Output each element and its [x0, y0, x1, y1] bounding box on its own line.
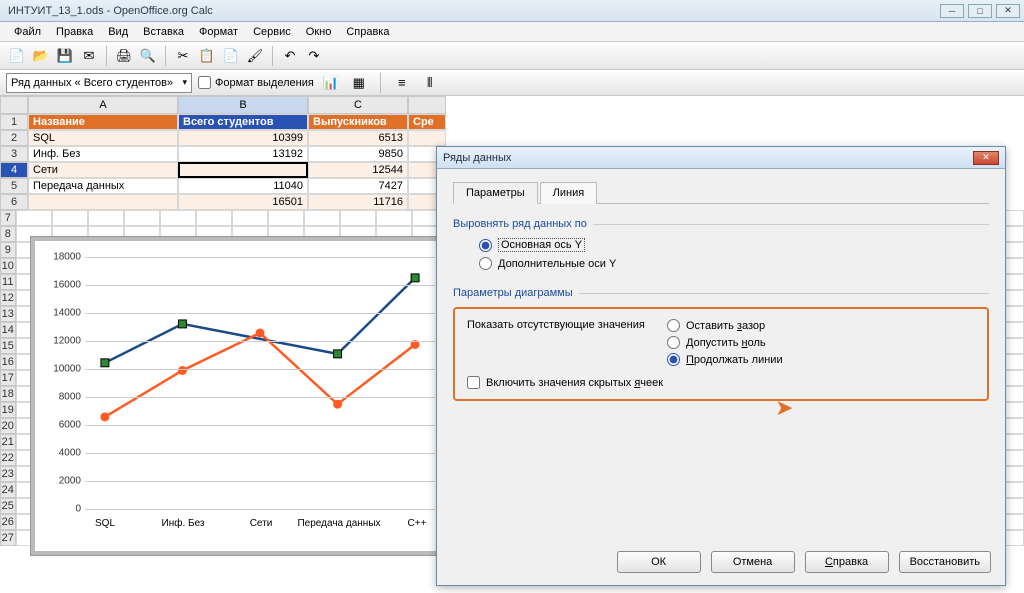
col-header-c[interactable]: C — [308, 96, 408, 114]
ok-button[interactable]: ОК — [617, 551, 701, 573]
group-chart-options: Параметры диаграммы — [453, 287, 989, 299]
col-header-b[interactable]: B — [178, 96, 308, 114]
maximize-button[interactable]: □ — [968, 4, 992, 18]
menu-view[interactable]: Вид — [102, 24, 134, 40]
checkbox-hidden-cells[interactable]: Включить значения скрытых ячеек — [467, 376, 975, 389]
chart-data-icon[interactable]: ▦ — [348, 72, 370, 94]
radio-primary-y[interactable]: Основная ось Y — [479, 238, 989, 252]
print-icon[interactable]: 🖨 — [113, 45, 135, 67]
help-button[interactable]: Справка — [805, 551, 889, 573]
preview-icon[interactable]: 🔍 — [137, 45, 159, 67]
group-align-axis: Выровнять ряд данных по — [453, 218, 989, 230]
format-selection-checkbox[interactable]: Формат выделения — [198, 76, 314, 89]
select-all-corner[interactable] — [0, 96, 28, 114]
redo-icon[interactable]: ↷ — [303, 45, 325, 67]
menu-format[interactable]: Формат — [193, 24, 244, 40]
cancel-button[interactable]: Отмена — [711, 551, 795, 573]
dialog-close-button[interactable]: ✕ — [973, 151, 999, 165]
chart-lines — [85, 257, 435, 508]
menu-bar: Файл Правка Вид Вставка Формат Сервис Ок… — [0, 22, 1024, 42]
data-series-dialog: Ряды данных ✕ Параметры Линия Выровнять … — [436, 146, 1006, 586]
cell[interactable]: Сре — [408, 114, 446, 130]
dialog-tabs: Параметры Линия — [453, 181, 989, 204]
radio-secondary-y[interactable]: Дополнительные оси Y — [479, 257, 989, 270]
brush-icon[interactable]: 🖌 — [244, 45, 266, 67]
cursor-icon: ➤ — [775, 395, 801, 421]
window-title: ИНТУИТ_13_1.ods - OpenOffice.org Calc — [8, 5, 213, 17]
email-icon[interactable]: ✉ — [78, 45, 100, 67]
active-cell[interactable] — [178, 162, 308, 178]
radio-assume-zero[interactable]: Допустить ноль — [667, 336, 783, 349]
sheet-area: A B C 1 Название Всего студентов Выпускн… — [0, 96, 1024, 593]
highlighted-options-frame: Показать отсутствующие значения Оставить… — [453, 307, 989, 401]
chart-plot-area: 0200040006000800010000120001400016000180… — [85, 257, 435, 507]
reset-button[interactable]: Восстановить — [899, 551, 991, 573]
menu-file[interactable]: Файл — [8, 24, 47, 40]
cell[interactable]: Выпускников — [308, 114, 408, 130]
radio-leave-gap[interactable]: Оставить зазор — [667, 319, 783, 332]
menu-edit[interactable]: Правка — [50, 24, 99, 40]
chart-object[interactable]: 0200040006000800010000120001400016000180… — [30, 236, 450, 556]
toolbar-main: 📄 📂 💾 ✉ 🖨 🔍 ✂ 📋 📄 🖌 ↶ ↷ — [0, 42, 1024, 70]
save-icon[interactable]: 💾 — [54, 45, 76, 67]
close-window-button[interactable]: ✕ — [996, 4, 1020, 18]
grid-h-icon[interactable]: ≡ — [391, 72, 413, 94]
missing-values-label: Показать отсутствующие значения — [467, 319, 667, 331]
undo-icon[interactable]: ↶ — [279, 45, 301, 67]
menu-insert[interactable]: Вставка — [137, 24, 190, 40]
new-icon[interactable]: 📄 — [6, 45, 28, 67]
dialog-titlebar[interactable]: Ряды данных ✕ — [437, 147, 1005, 169]
grid-v-icon[interactable]: ⦀ — [419, 72, 441, 94]
cell[interactable]: Название — [28, 114, 178, 130]
menu-tools[interactable]: Сервис — [247, 24, 297, 40]
col-header-d[interactable] — [408, 96, 446, 114]
tab-parameters[interactable]: Параметры — [453, 182, 538, 204]
row-header[interactable]: 1 — [0, 114, 28, 130]
series-selector-combo[interactable]: Ряд данных « Всего студентов» — [6, 73, 192, 93]
minimize-button[interactable]: ─ — [940, 4, 964, 18]
window-titlebar: ИНТУИТ_13_1.ods - OpenOffice.org Calc ─ … — [0, 0, 1024, 22]
open-icon[interactable]: 📂 — [30, 45, 52, 67]
chart-type-icon[interactable]: 📊 — [320, 72, 342, 94]
menu-window[interactable]: Окно — [300, 24, 338, 40]
col-header-a[interactable]: A — [28, 96, 178, 114]
menu-help[interactable]: Справка — [340, 24, 395, 40]
cut-icon[interactable]: ✂ — [172, 45, 194, 67]
radio-continue-line[interactable]: Продолжать линии — [667, 353, 783, 366]
copy-icon[interactable]: 📋 — [196, 45, 218, 67]
tab-line[interactable]: Линия — [540, 182, 598, 204]
dialog-title: Ряды данных — [443, 152, 511, 164]
paste-icon[interactable]: 📄 — [220, 45, 242, 67]
cell[interactable]: Всего студентов — [178, 114, 308, 130]
toolbar-format: Ряд данных « Всего студентов» Формат выд… — [0, 70, 1024, 96]
